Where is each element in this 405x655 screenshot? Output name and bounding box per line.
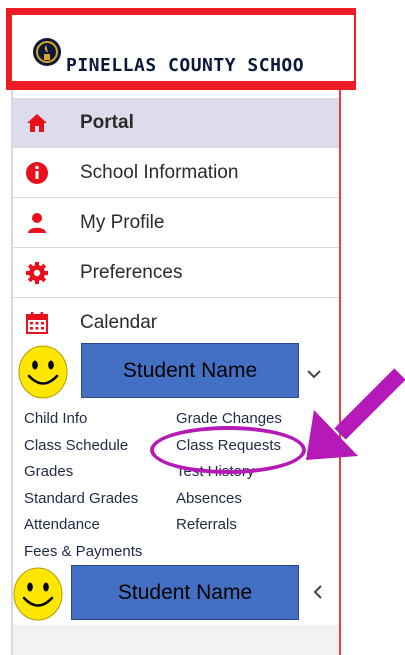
nav-label: Preferences: [80, 262, 183, 283]
home-icon: [27, 114, 47, 132]
nav-item-my-profile[interactable]: My Profile: [13, 198, 339, 248]
student-row[interactable]: Student Name: [13, 565, 339, 623]
link-child-info[interactable]: Child Info: [24, 410, 87, 427]
sidebar-bottom-area: [13, 625, 339, 655]
student-row[interactable]: Student Name: [13, 343, 339, 401]
link-fees-payments[interactable]: Fees & Payments: [24, 543, 142, 560]
nav-item-preferences[interactable]: Preferences: [13, 248, 339, 298]
link-grades[interactable]: Grades: [24, 463, 73, 480]
district-name: PINELLAS COUNTY SCHOO: [66, 55, 305, 76]
calendar-icon: [26, 312, 48, 334]
link-standard-grades[interactable]: Standard Grades: [24, 490, 138, 507]
nav-item-school-information[interactable]: School Information: [13, 148, 339, 198]
user-icon: [28, 213, 46, 233]
gear-icon: [26, 262, 48, 284]
nav-label: My Profile: [80, 212, 165, 233]
smiley-avatar-icon: [18, 345, 68, 399]
link-referrals[interactable]: Referrals: [176, 516, 237, 533]
link-grade-changes[interactable]: Grade Changes: [176, 410, 282, 427]
annotation-highlight-ellipse: [150, 426, 306, 474]
nav-item-calendar[interactable]: Calendar: [13, 298, 339, 348]
nav-label: Portal: [80, 112, 134, 133]
nav-label: School Information: [80, 162, 239, 183]
nav-item-portal[interactable]: Portal: [13, 98, 339, 148]
link-attendance[interactable]: Attendance: [24, 516, 100, 533]
smiley-avatar-icon: [13, 567, 63, 621]
student-name-box[interactable]: Student Name: [71, 565, 299, 620]
link-absences[interactable]: Absences: [176, 490, 242, 507]
district-logo-icon: [33, 38, 61, 66]
student-name-box[interactable]: Student Name: [81, 343, 299, 398]
chevron-left-icon[interactable]: [309, 583, 327, 601]
info-icon: [26, 162, 48, 184]
nav-label: Calendar: [80, 312, 158, 333]
link-class-schedule[interactable]: Class Schedule: [24, 437, 128, 454]
header-logo-area[interactable]: PINELLAS COUNTY SCHOO: [12, 15, 354, 81]
annotation-arrow-icon: [306, 368, 405, 460]
